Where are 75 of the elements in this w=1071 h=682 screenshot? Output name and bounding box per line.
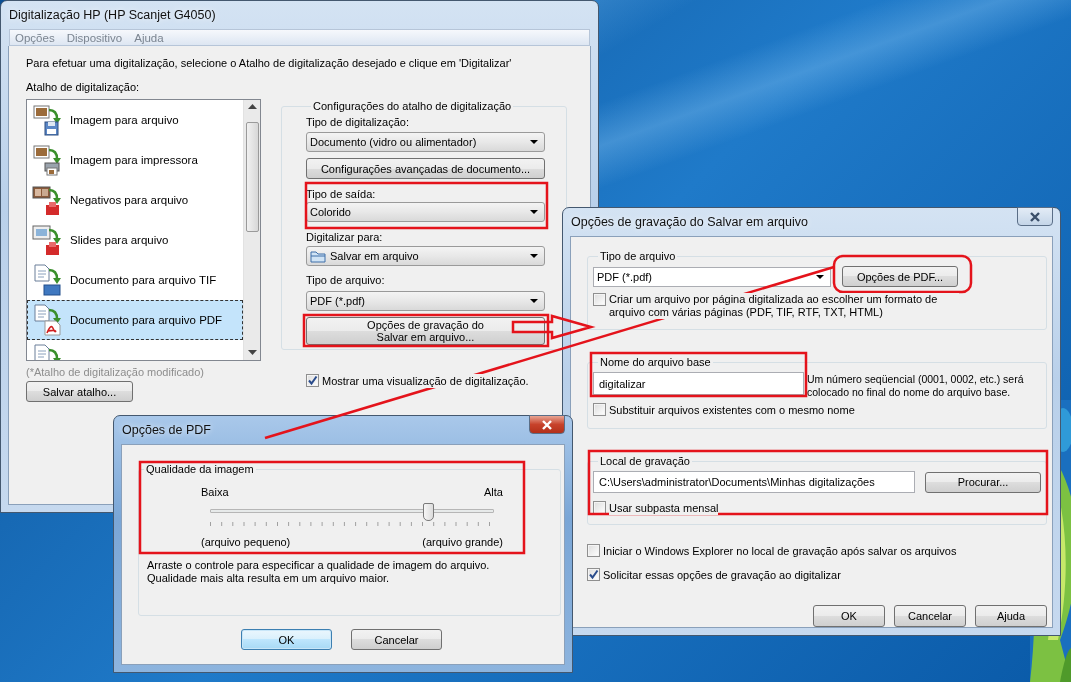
description-text: Arraste o controle para especificar a qualidade de imagem do arquivo. Qualidade mais alta resulta em um arquivo maior.: [147, 559, 491, 585]
checkbox-label: Mostrar uma visualização de digitalização.: [322, 374, 529, 388]
checkbox-label: Criar um arquivo por página digitalizada ao escolher um formato de arquivo com várias páginas (PDF, TIF, RTF, TXT, HTML): [609, 293, 959, 319]
shortcut-item[interactable]: Slides para arquivo: [27, 220, 243, 260]
hint-text: Um número seqüencial (0001, 0002, etc.) será colocado no final do nome do arquivo base.: [807, 373, 1025, 399]
shortcut-item[interactable]: Imagem para arquivo: [27, 100, 243, 140]
slider[interactable]: [210, 501, 494, 521]
checkbox[interactable]: [587, 568, 600, 581]
scale-label: Baixa: [201, 485, 229, 499]
close-icon: [1029, 211, 1041, 222]
dialog-button[interactable]: Cancelar: [894, 605, 966, 627]
caret-icon: [816, 274, 824, 279]
folder-icon: [310, 249, 326, 263]
instruction-text: Para efetuar uma digitalização, selecione o Atalho de digitalização desejado e clique em 'Digitalizar': [26, 56, 513, 70]
section-label: Atalho de digitalização:: [26, 80, 141, 94]
checkbox[interactable]: [587, 544, 600, 557]
dropdown[interactable]: Documento (vidro ou alimentador): [306, 132, 545, 152]
close-icon: [541, 419, 553, 430]
window-title: Opções de PDF: [121, 423, 211, 437]
scroll-down-icon: [247, 350, 257, 356]
field-label: Tipo de digitalização:: [306, 115, 410, 130]
dropdown[interactable]: Salvar em arquivo: [306, 246, 545, 266]
document-pdf-icon: [32, 304, 64, 336]
note-text: (*Atalho de digitalização modificado): [26, 365, 205, 379]
picture-floppy-icon: [32, 104, 64, 136]
caret-icon: [530, 140, 538, 144]
dialog-button[interactable]: OK: [813, 605, 885, 627]
save-shortcut-button[interactable]: Salvar atalho...: [26, 381, 133, 402]
checkbox-label: Iniciar o Windows Explorer no local de gravação após salvar os arquivos: [603, 544, 957, 558]
window-title: Opções de gravação do Salvar em arquivo: [570, 215, 808, 229]
slide-icon: [32, 224, 64, 256]
shortcut-item[interactable]: Negativos para arquivo: [27, 180, 243, 220]
dropdown[interactable]: PDF (*.pdf): [306, 291, 545, 311]
dialog-button[interactable]: OK: [241, 629, 332, 650]
checkbox[interactable]: [593, 293, 606, 306]
group-label: Nome do arquivo base: [598, 355, 713, 369]
checkbox-label: Solicitar essas opções de gravação ao digitalizar: [603, 568, 841, 582]
shortcut-item[interactable]: Imagem para impressora: [27, 140, 243, 180]
close-button[interactable]: [529, 415, 565, 434]
shortcut-item[interactable]: Documento para arquivo PDF: [27, 300, 243, 340]
group-label: Configurações do atalho de digitalização: [311, 99, 514, 113]
scrollbar[interactable]: [243, 100, 260, 360]
checkbox[interactable]: [306, 374, 319, 387]
group-label: Local de gravação: [598, 454, 692, 468]
field-label: Tipo de saída:: [306, 187, 377, 202]
scale-label: (arquivo pequeno): [201, 535, 291, 549]
close-button[interactable]: [1017, 207, 1053, 226]
scale-label: Alta: [484, 485, 503, 499]
field-label: Digitalizar para:: [306, 230, 384, 245]
slider-thumb[interactable]: [422, 503, 434, 521]
dropdown[interactable]: PDF (*.pdf): [593, 266, 831, 287]
text-field[interactable]: digitalizar: [593, 372, 804, 395]
text-field[interactable]: C:\Users\administrator\Documents\Minhas digitalizações: [593, 471, 915, 493]
dropdown[interactable]: Colorido: [306, 202, 545, 222]
shortcut-item[interactable]: Documento para arquivo TIF: [27, 260, 243, 300]
scale-label: (arquivo grande): [422, 535, 503, 549]
field-label: Tipo de arquivo:: [306, 273, 386, 288]
group-label: Tipo de arquivo: [598, 249, 678, 263]
pdf-options-button[interactable]: Opções de PDF...: [842, 266, 958, 287]
window-title: Digitalização HP (HP Scanjet G4050): [8, 8, 216, 22]
advanced-settings-button[interactable]: Configurações avançadas de documento...: [306, 158, 545, 179]
checkbox[interactable]: [593, 403, 606, 416]
caret-icon: [530, 299, 538, 303]
browse-button[interactable]: Procurar...: [925, 471, 1041, 493]
dialog-button[interactable]: Cancelar: [351, 629, 442, 650]
picture-printer-icon: [32, 144, 64, 176]
film-icon: [32, 184, 64, 216]
checkbox-label: Substituir arquivos existentes com o mesmo nome: [609, 403, 855, 417]
checkbox-label: Usar subpasta mensal: [609, 501, 719, 515]
save-options-button[interactable]: Opções de gravação do Salvar em arquivo...: [306, 317, 545, 345]
scroll-up-icon: [247, 104, 257, 110]
caret-icon: [530, 254, 538, 258]
document-icon: [32, 264, 64, 296]
caret-icon: [530, 210, 538, 214]
dialog-button[interactable]: Ajuda: [975, 605, 1047, 627]
